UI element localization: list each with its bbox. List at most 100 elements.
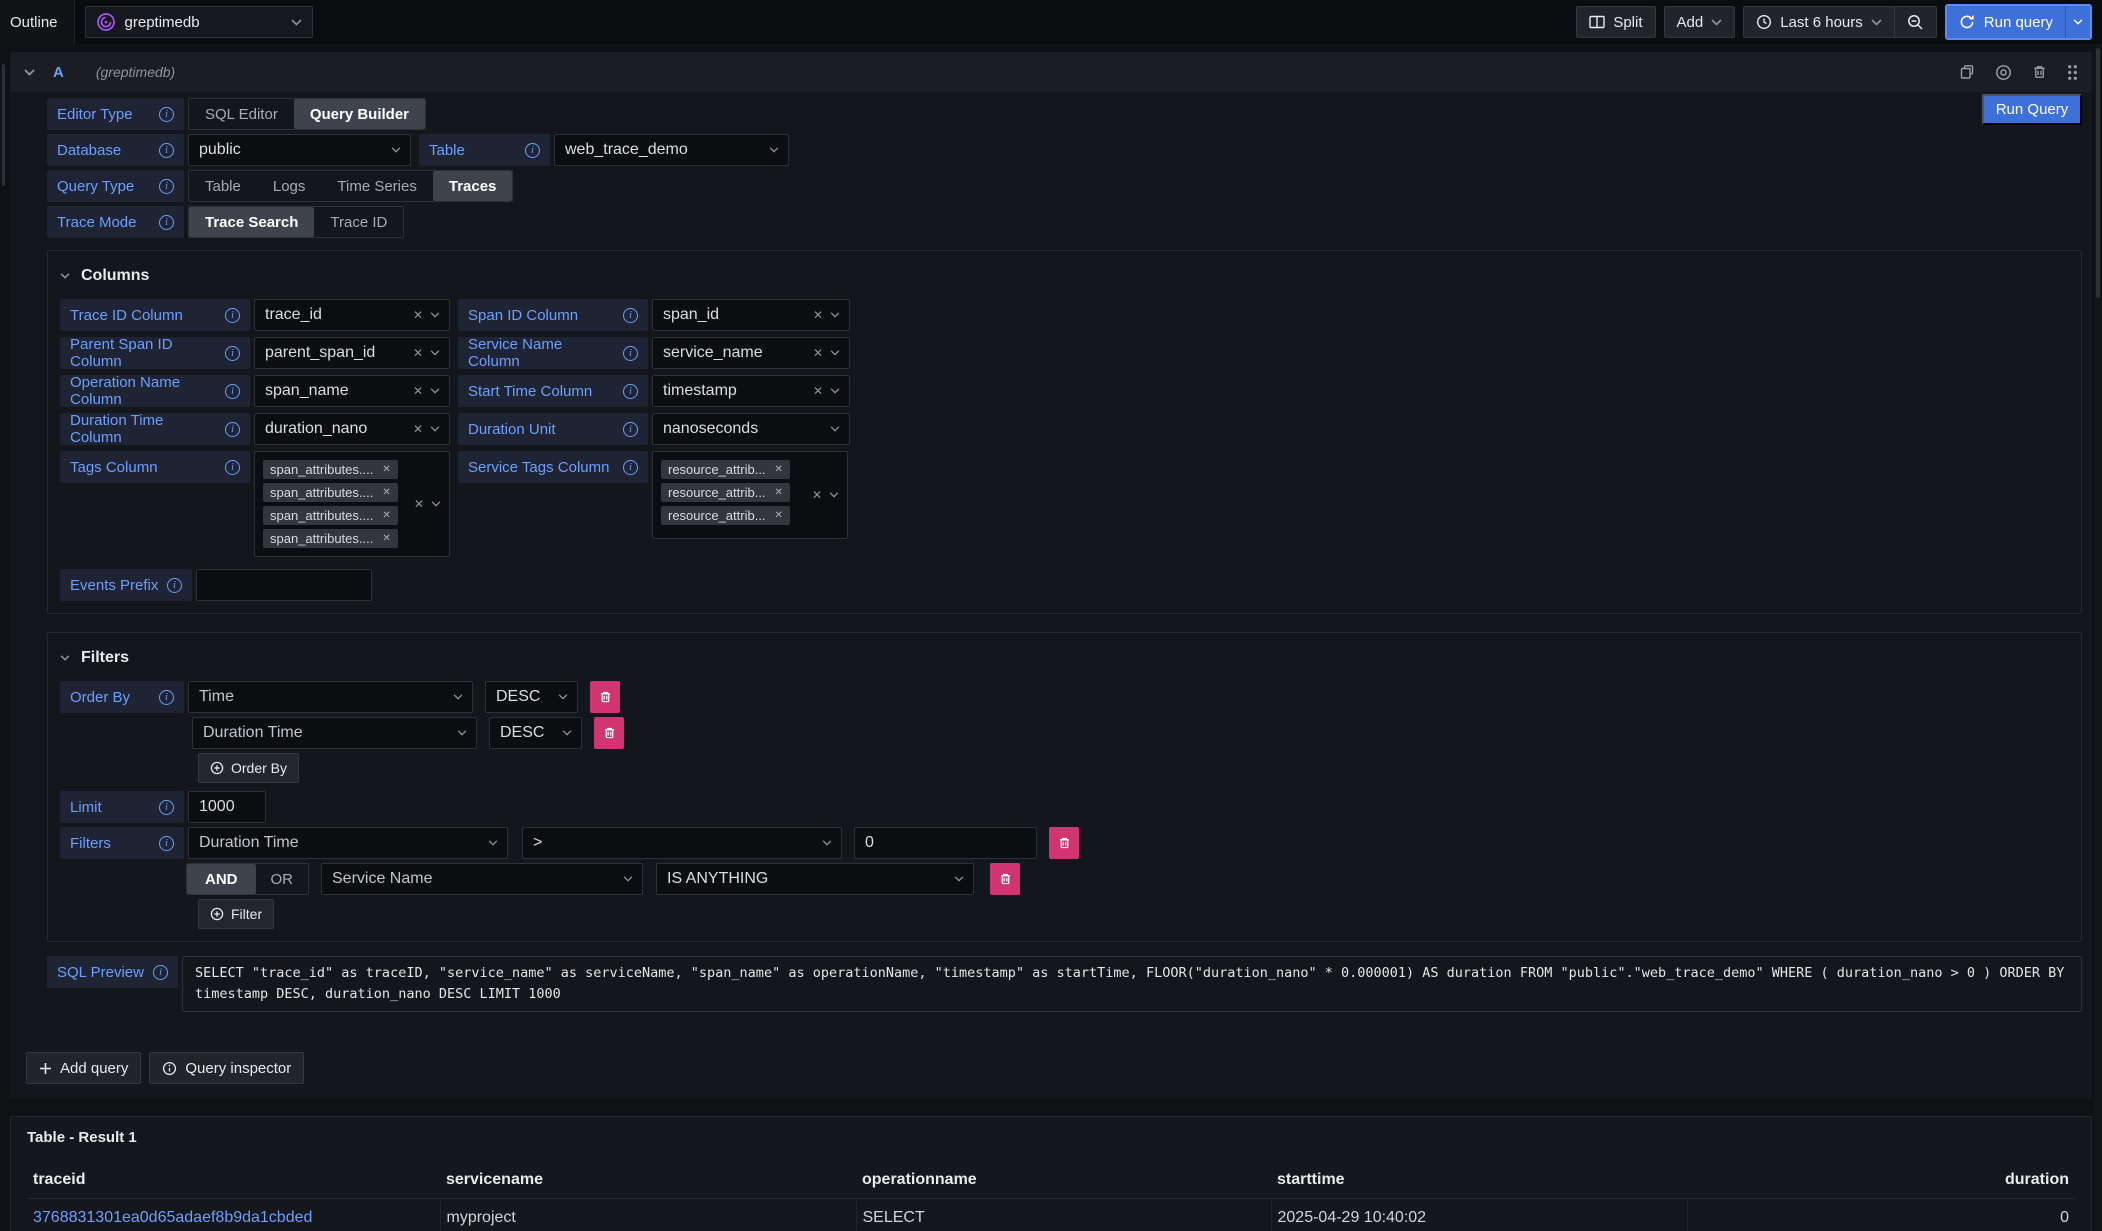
page-scrollbar[interactable]	[2094, 44, 2102, 1231]
clear-icon[interactable]: ✕	[813, 347, 823, 359]
order-by-field-select-2[interactable]: Duration Time	[192, 717, 477, 749]
trace-id-column-select[interactable]: trace_id ✕	[254, 299, 450, 331]
info-icon[interactable]: i	[225, 422, 240, 437]
parent-span-id-column-select[interactable]: parent_span_id ✕	[254, 337, 450, 369]
zoom-out-time-button[interactable]	[1895, 7, 1936, 37]
info-icon[interactable]: i	[153, 965, 168, 980]
duration-time-column-select[interactable]: duration_nano ✕	[254, 413, 450, 445]
info-icon[interactable]: i	[225, 384, 240, 399]
info-icon[interactable]: i	[159, 836, 174, 851]
operation-name-column-select[interactable]: span_name ✕	[254, 375, 450, 407]
duplicate-query-icon[interactable]	[1959, 64, 1975, 80]
info-icon[interactable]: i	[167, 578, 182, 593]
info-icon[interactable]: i	[159, 800, 174, 815]
tags-column-multiselect[interactable]: span_attributes....✕ span_attributes....…	[254, 451, 450, 557]
remove-chip-icon[interactable]: ✕	[382, 533, 390, 544]
filter-connector-and[interactable]: AND	[187, 864, 256, 894]
info-icon[interactable]: i	[225, 460, 240, 475]
service-tags-column-multiselect[interactable]: resource_attrib...✕ resource_attrib...✕ …	[652, 451, 848, 539]
filter-field-select-2[interactable]: Service Name	[321, 863, 643, 895]
column-header-starttime[interactable]: starttime	[1271, 1162, 1687, 1199]
query-type-time-series[interactable]: Time Series	[321, 171, 432, 201]
hide-response-icon[interactable]	[1995, 64, 2012, 81]
info-icon[interactable]: i	[623, 422, 638, 437]
clear-icon[interactable]: ✕	[813, 385, 823, 397]
clear-icon[interactable]: ✕	[812, 489, 822, 501]
info-icon[interactable]: i	[623, 308, 638, 323]
span-id-column-select[interactable]: span_id ✕	[652, 299, 850, 331]
trace-mode-trace-search[interactable]: Trace Search	[189, 207, 314, 237]
remove-chip-icon[interactable]: ✕	[775, 487, 783, 498]
service-tag-chip[interactable]: resource_attrib...✕	[661, 483, 790, 502]
tag-chip[interactable]: span_attributes....✕	[263, 506, 398, 525]
query-type-table[interactable]: Table	[189, 171, 257, 201]
duration-unit-select[interactable]: nanoseconds	[652, 413, 850, 445]
remove-order-by-button[interactable]	[594, 717, 624, 749]
table-select[interactable]: web_trace_demo	[554, 134, 789, 166]
tag-chip[interactable]: span_attributes....✕	[263, 483, 398, 502]
columns-section-header[interactable]: Columns	[60, 259, 2069, 293]
column-header-duration[interactable]: duration	[1687, 1162, 2075, 1199]
filter-field-select[interactable]: Duration Time	[188, 827, 508, 859]
add-filter-button[interactable]: Filter	[198, 899, 274, 929]
tag-chip[interactable]: span_attributes....✕	[263, 529, 398, 548]
info-icon[interactable]: i	[525, 143, 540, 158]
time-range-picker[interactable]: Last 6 hours	[1744, 7, 1894, 37]
clear-icon[interactable]: ✕	[413, 385, 423, 397]
add-dropdown-button[interactable]: Add	[1664, 6, 1736, 38]
remove-chip-icon[interactable]: ✕	[382, 487, 390, 498]
run-query-options-caret[interactable]	[2065, 6, 2090, 38]
info-icon[interactable]: i	[159, 143, 174, 158]
events-prefix-input[interactable]	[196, 569, 372, 601]
info-icon[interactable]: i	[623, 460, 638, 475]
add-query-button[interactable]: Add query	[26, 1052, 141, 1084]
clear-icon[interactable]: ✕	[414, 498, 424, 510]
filter-operator-select[interactable]: >	[522, 827, 842, 859]
clear-icon[interactable]: ✕	[813, 309, 823, 321]
remove-chip-icon[interactable]: ✕	[775, 510, 783, 521]
editor-type-sql-editor[interactable]: SQL Editor	[189, 99, 294, 129]
service-name-column-select[interactable]: service_name ✕	[652, 337, 850, 369]
database-select[interactable]: public	[188, 134, 411, 166]
start-time-column-select[interactable]: timestamp ✕	[652, 375, 850, 407]
filters-section-header[interactable]: Filters	[60, 641, 2069, 675]
service-tag-chip[interactable]: resource_attrib...✕	[661, 460, 790, 479]
info-icon[interactable]: i	[623, 384, 638, 399]
limit-input[interactable]	[188, 791, 266, 823]
query-type-logs[interactable]: Logs	[257, 171, 322, 201]
filter-connector-or[interactable]: OR	[256, 864, 309, 894]
column-header-traceid[interactable]: traceid	[27, 1162, 440, 1199]
drag-handle-icon[interactable]	[2067, 64, 2078, 81]
remove-filter-button[interactable]	[1049, 827, 1079, 859]
info-icon[interactable]: i	[159, 107, 174, 122]
split-button[interactable]: Split	[1576, 6, 1655, 38]
run-query-button[interactable]: Run query	[1947, 6, 2065, 38]
info-icon[interactable]: i	[623, 346, 638, 361]
remove-order-by-button[interactable]	[590, 681, 620, 713]
clear-icon[interactable]: ✕	[413, 309, 423, 321]
datasource-picker[interactable]: greptimedb	[85, 6, 313, 38]
filter-operator-select-2[interactable]: IS ANYTHING	[656, 863, 974, 895]
info-icon[interactable]: i	[159, 179, 174, 194]
remove-chip-icon[interactable]: ✕	[382, 464, 390, 475]
service-tag-chip[interactable]: resource_attrib...✕	[661, 506, 790, 525]
order-by-field-select-1[interactable]: Time	[188, 681, 473, 713]
clear-icon[interactable]: ✕	[413, 347, 423, 359]
editor-type-query-builder[interactable]: Query Builder	[294, 99, 425, 129]
order-by-direction-select-2[interactable]: DESC	[489, 717, 582, 749]
info-icon[interactable]: i	[225, 346, 240, 361]
query-inspector-button[interactable]: Query inspector	[149, 1052, 304, 1084]
collapse-chevron-icon[interactable]	[24, 69, 35, 76]
query-type-traces[interactable]: Traces	[433, 171, 513, 201]
query-row-header[interactable]: A (greptimedb)	[10, 52, 2092, 92]
column-header-servicename[interactable]: servicename	[440, 1162, 856, 1199]
filter-value-input[interactable]	[854, 827, 1037, 859]
add-order-by-button[interactable]: Order By	[198, 753, 299, 783]
column-header-operationname[interactable]: operationname	[856, 1162, 1271, 1199]
clear-icon[interactable]: ✕	[413, 423, 423, 435]
trace-mode-trace-id[interactable]: Trace ID	[314, 207, 403, 237]
delete-query-icon[interactable]	[2032, 64, 2047, 80]
order-by-direction-select-1[interactable]: DESC	[485, 681, 578, 713]
info-icon[interactable]: i	[159, 690, 174, 705]
info-icon[interactable]: i	[225, 308, 240, 323]
